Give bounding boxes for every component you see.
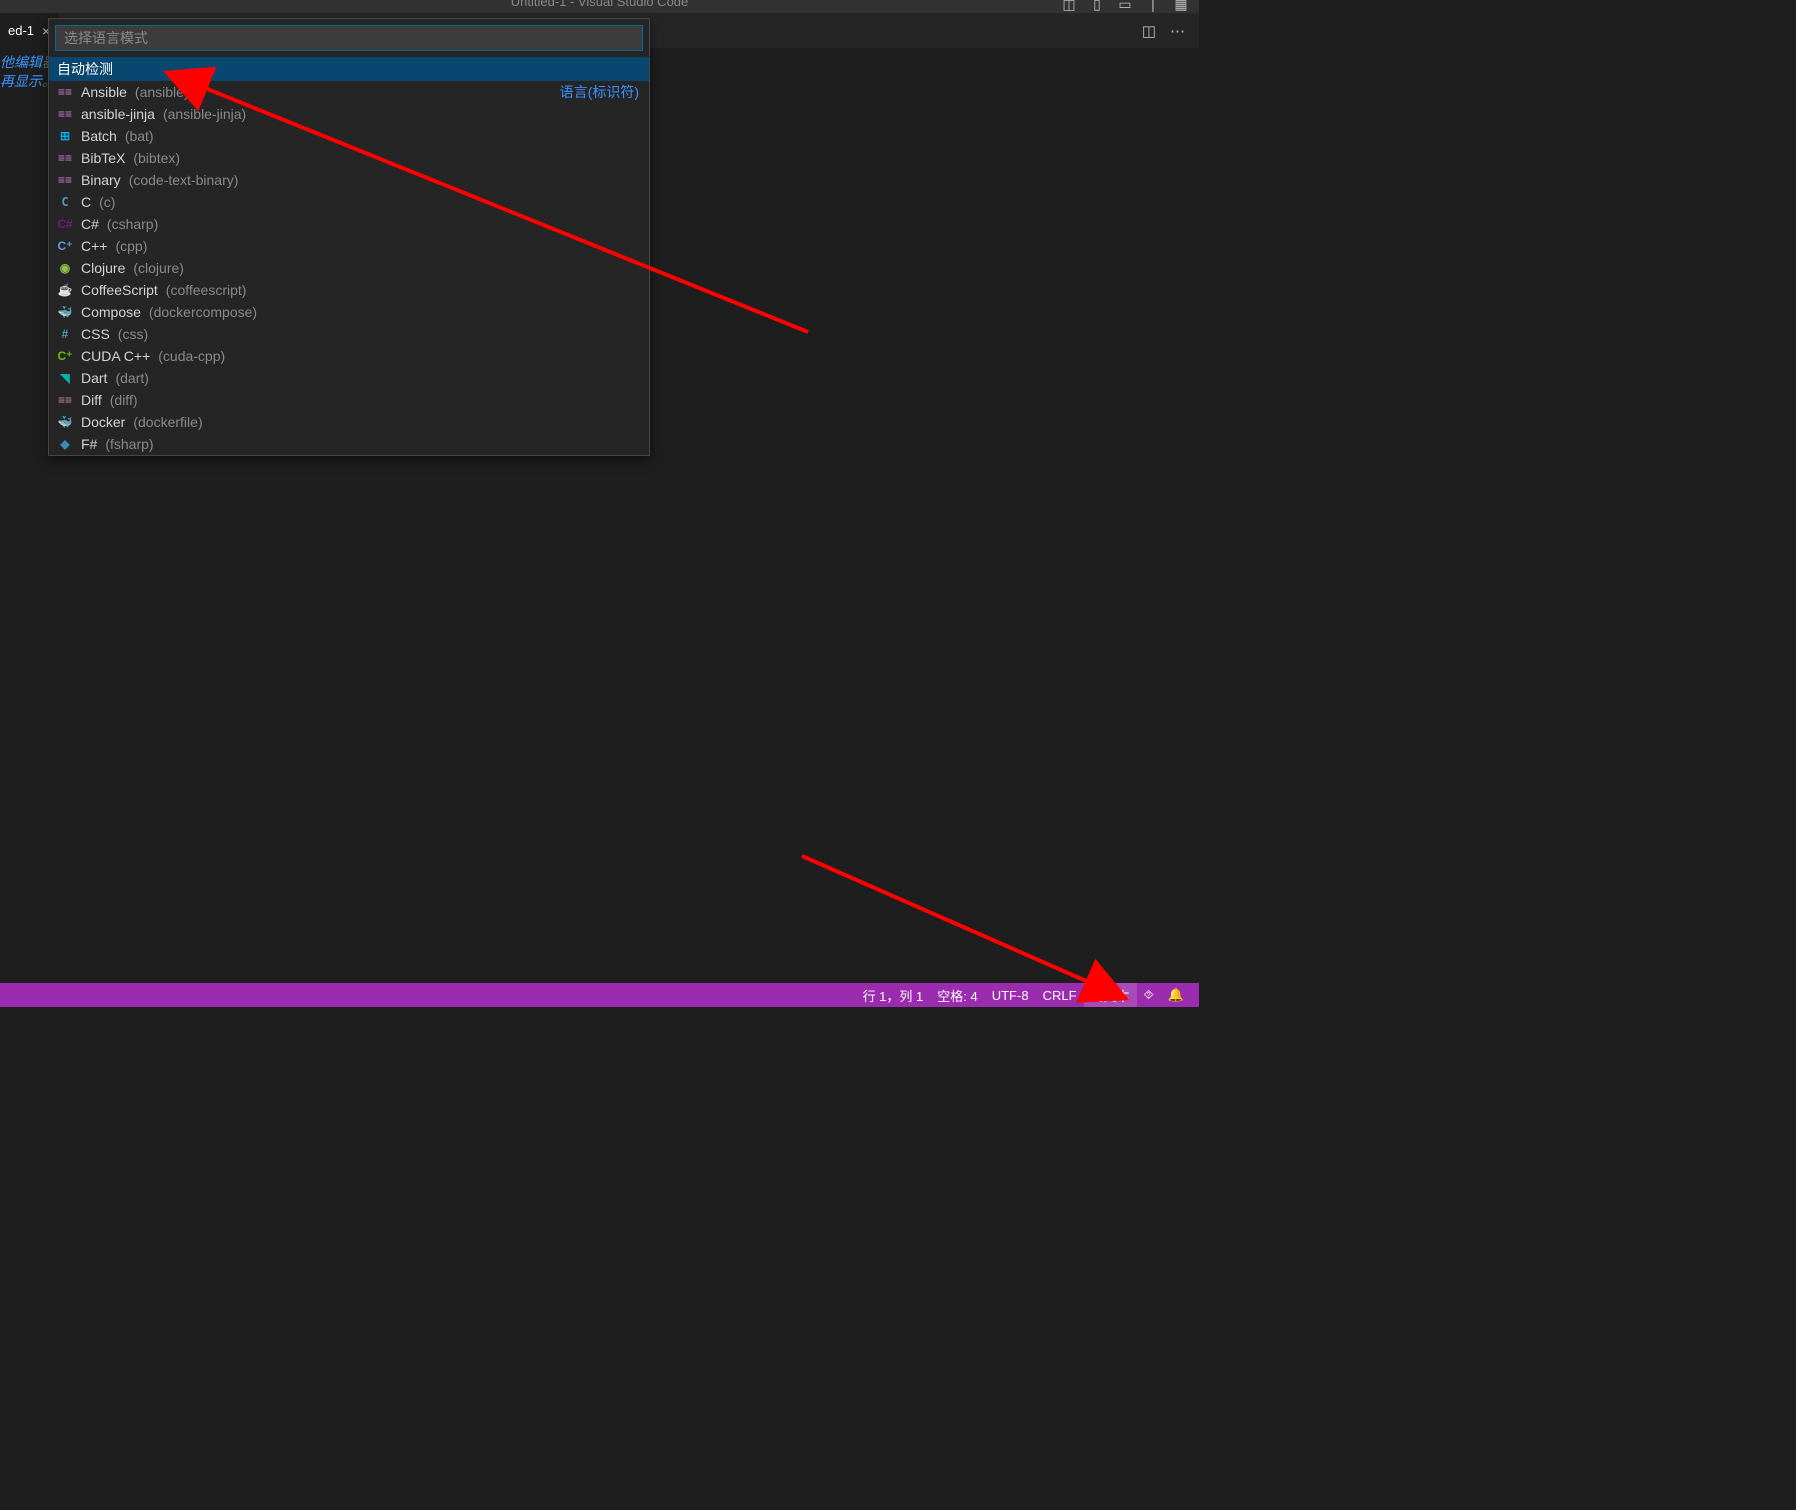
language-id: (fsharp) xyxy=(105,436,153,452)
language-name: Binary xyxy=(81,172,121,188)
toggle-sidebar-icon[interactable]: ▯ xyxy=(1089,0,1105,12)
language-id: (code-text-binary) xyxy=(129,172,239,188)
language-id: (cuda-cpp) xyxy=(158,348,225,364)
language-option-clojure[interactable]: ◉ Clojure (clojure) xyxy=(49,257,649,279)
status-indent[interactable]: 空格: 4 xyxy=(930,983,984,1007)
status-encoding[interactable]: UTF-8 xyxy=(985,983,1036,1007)
language-name: Clojure xyxy=(81,260,125,276)
language-option-compose[interactable]: 🐳 Compose (dockercompose) xyxy=(49,301,649,323)
language-id: (ansible) xyxy=(135,84,189,100)
language-option-dart[interactable]: ◥ Dart (dart) xyxy=(49,367,649,389)
language-id: (ansible-jinja) xyxy=(163,106,246,122)
quickpick-input[interactable] xyxy=(55,25,643,51)
language-option-c-[interactable]: C⁺ C++ (cpp) xyxy=(49,235,649,257)
language-id: (c) xyxy=(99,194,115,210)
language-name: F# xyxy=(81,436,97,452)
title-layout-icons: ◫ ▯ ▭ | ▦ xyxy=(1061,0,1189,12)
language-name: BibTeX xyxy=(81,150,125,166)
language-option-f-[interactable]: ◆ F# (fsharp) xyxy=(49,433,649,455)
text-icon: ≡ xyxy=(57,172,73,188)
language-name: Dart xyxy=(81,370,107,386)
language-option-cuda-c-[interactable]: C⁺ CUDA C++ (cuda-cpp) xyxy=(49,345,649,367)
language-name: Diff xyxy=(81,392,102,408)
window-title: Untitled-1 - Visual Studio Code xyxy=(511,0,689,9)
title-bar: Untitled-1 - Visual Studio Code ◫ ▯ ▭ | … xyxy=(0,0,1199,13)
tab-label: ed-1 xyxy=(8,23,34,38)
coffee-icon: ☕ xyxy=(57,282,73,298)
language-name: CoffeeScript xyxy=(81,282,158,298)
status-eol[interactable]: CRLF xyxy=(1036,983,1084,1007)
language-option-binary[interactable]: ≡ Binary (code-text-binary) xyxy=(49,169,649,191)
csharp-icon: C# xyxy=(57,216,73,232)
language-option-batch[interactable]: ⊞ Batch (bat) xyxy=(49,125,649,147)
customize-layout-icon[interactable]: ▦ xyxy=(1173,0,1189,12)
fsharp-icon: ◆ xyxy=(57,436,73,452)
clj-icon: ◉ xyxy=(57,260,73,276)
dart-icon: ◥ xyxy=(57,370,73,386)
quickpick-header[interactable]: 自动检测 xyxy=(49,57,649,81)
language-option-diff[interactable]: ≡ Diff (diff) xyxy=(49,389,649,411)
quickpick-list: ≡ Ansible (ansible) 语言(标识符) ≡ ansible-jinja (a… xyxy=(49,81,649,455)
language-name: C# xyxy=(81,216,99,232)
separator: | xyxy=(1145,0,1161,12)
language-id: (bibtex) xyxy=(133,150,180,166)
language-option-docker[interactable]: 🐳 Docker (dockerfile) xyxy=(49,411,649,433)
language-name: Compose xyxy=(81,304,141,320)
language-name: CSS xyxy=(81,326,110,342)
language-name: ansible-jinja xyxy=(81,106,155,122)
status-cursor-position[interactable]: 行 1，列 1 xyxy=(856,983,931,1007)
language-id: (dockerfile) xyxy=(133,414,202,430)
bat-icon: ⊞ xyxy=(57,128,73,144)
status-bell-icon[interactable]: 🔔 xyxy=(1161,983,1191,1007)
css-icon: # xyxy=(57,326,73,342)
language-id: (css) xyxy=(118,326,148,342)
language-id: (csharp) xyxy=(107,216,158,232)
language-name: Docker xyxy=(81,414,125,430)
docker-icon: 🐳 xyxy=(57,414,73,430)
status-language-mode[interactable]: 纯文本 xyxy=(1084,983,1137,1007)
language-option-ansible-jinja[interactable]: ≡ ansible-jinja (ansible-jinja) xyxy=(49,103,649,125)
language-id: (dart) xyxy=(115,370,148,386)
language-name: C xyxy=(81,194,91,210)
tab-actions: ◫ ⋯ xyxy=(1142,13,1199,48)
language-option-c[interactable]: CC (c) xyxy=(49,191,649,213)
language-id: (dockercompose) xyxy=(149,304,257,320)
text-icon: ≡ xyxy=(57,84,73,100)
language-id: (bat) xyxy=(125,128,154,144)
text-icon: ≡ xyxy=(57,106,73,122)
text-icon: ≡ xyxy=(57,150,73,166)
toggle-panel-icon[interactable]: ◫ xyxy=(1061,0,1077,12)
language-name: Ansible xyxy=(81,84,127,100)
language-quickpick: 自动检测 ≡ Ansible (ansible) 语言(标识符) ≡ ansible-ji… xyxy=(48,18,650,456)
cpp-icon: C⁺ xyxy=(57,238,73,254)
docker-icon: 🐳 xyxy=(57,304,73,320)
status-feedback-icon[interactable]: ⯑ xyxy=(1137,983,1161,1007)
language-id: (coffeescript) xyxy=(166,282,247,298)
c-icon: C xyxy=(57,194,73,210)
language-name: Batch xyxy=(81,128,117,144)
language-option-bibtex[interactable]: ≡ BibTeX (bibtex) xyxy=(49,147,649,169)
split-editor-icon[interactable]: ◫ xyxy=(1142,22,1156,40)
cuda-icon: C⁺ xyxy=(57,348,73,364)
toggle-secondary-icon[interactable]: ▭ xyxy=(1117,0,1133,12)
text-icon: ≡ xyxy=(57,392,73,408)
language-id: (diff) xyxy=(110,392,138,408)
language-option-ansible[interactable]: ≡ Ansible (ansible) 语言(标识符) xyxy=(49,81,649,103)
language-id: (cpp) xyxy=(115,238,147,254)
language-option-css[interactable]: # CSS (css) xyxy=(49,323,649,345)
status-bar: 行 1，列 1 空格: 4 UTF-8 CRLF 纯文本 ⯑ 🔔 xyxy=(0,983,1199,1007)
language-name: C++ xyxy=(81,238,107,254)
language-option-coffeescript[interactable]: ☕ CoffeeScript (coffeescript) xyxy=(49,279,649,301)
quickpick-column-header: 语言(标识符) xyxy=(560,82,639,102)
more-actions-icon[interactable]: ⋯ xyxy=(1170,22,1185,40)
language-id: (clojure) xyxy=(133,260,184,276)
language-option-c-[interactable]: C# C# (csharp) xyxy=(49,213,649,235)
language-name: CUDA C++ xyxy=(81,348,150,364)
